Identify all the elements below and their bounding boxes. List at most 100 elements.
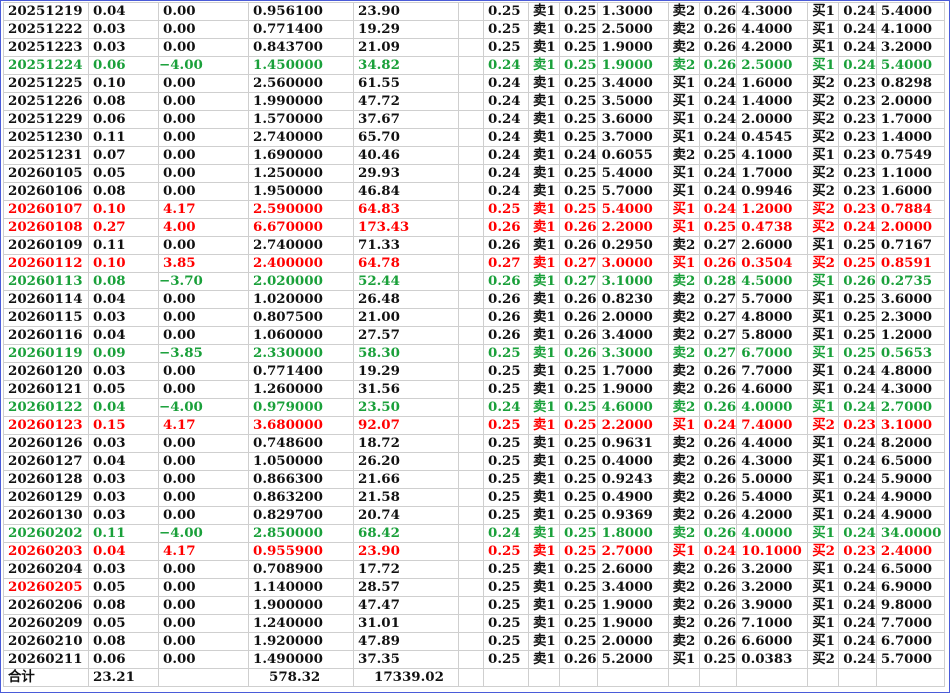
cell-change-pct[interactable]: 0.00 (158, 146, 249, 165)
cell-vol-1[interactable]: 2.0000 (596, 308, 669, 327)
cell-col2[interactable]: 0.10 (88, 254, 159, 273)
table-row[interactable]: 20260126 0.03 0.00 0.748600 18.72 0.25 卖1 0.25 0… (3, 434, 945, 453)
cell-price-1[interactable]: 0.25 (559, 74, 598, 93)
cell-date[interactable]: 20260211 (3, 650, 89, 669)
cell-price-2[interactable]: 0.24 (698, 110, 738, 129)
cell-vol-2[interactable]: 4.4000 (736, 20, 809, 39)
cell-col5[interactable]: 46.84 (353, 182, 459, 201)
cell-vol-3[interactable]: 6.9000 (875, 578, 945, 597)
cell-date[interactable]: 20260130 (3, 506, 89, 525)
cell-side-label-2[interactable]: 买1 (667, 542, 700, 561)
cell-vol-2[interactable]: 2.5000 (736, 56, 809, 75)
cell-col2[interactable]: 0.06 (88, 650, 159, 669)
cell-col5[interactable]: 37.35 (353, 650, 459, 669)
cell-side-label-3[interactable]: 买1 (807, 326, 840, 345)
cell-change-pct[interactable]: 4.17 (158, 200, 249, 219)
cell-side-label-1[interactable]: 卖1 (528, 470, 560, 489)
cell-price-1[interactable]: 0.25 (559, 20, 598, 39)
cell-side-label-1[interactable]: 卖1 (528, 182, 560, 201)
cell-date[interactable]: 20260203 (3, 542, 89, 561)
cell-vol-1[interactable]: 3.7000 (596, 128, 669, 147)
cell-vol-1[interactable]: 4.6000 (596, 398, 669, 417)
cell-side-label-3[interactable]: 买1 (807, 236, 840, 255)
cell-date[interactable]: 20251223 (3, 38, 89, 57)
cell-price-2[interactable]: 0.26 (698, 254, 738, 273)
cell-side-label-1[interactable]: 卖1 (528, 344, 560, 363)
cell-col4[interactable]: 1.950000 (248, 182, 354, 201)
cell-col2[interactable]: 0.15 (88, 416, 159, 435)
cell-vol-3[interactable]: 1.6000 (875, 182, 945, 201)
cell-col4[interactable]: 2.330000 (248, 344, 354, 363)
cell-col5[interactable]: 29.93 (353, 164, 459, 183)
cell-col2[interactable]: 0.03 (88, 20, 159, 39)
cell-change-pct[interactable]: 0.00 (158, 92, 249, 111)
cell-price-3[interactable]: 0.24 (838, 20, 877, 39)
cell-price[interactable]: 0.25 (483, 452, 529, 471)
cell-col2[interactable]: 0.07 (88, 146, 159, 165)
table-row[interactable]: 20260106 0.08 0.00 1.950000 46.84 0.24 卖1 0.25 5… (3, 182, 945, 201)
cell-side-label-2[interactable]: 卖2 (667, 578, 700, 597)
cell-vol-1[interactable]: 1.9000 (596, 56, 669, 75)
cell-side-label-3[interactable]: 买2 (807, 218, 840, 237)
cell-col4[interactable]: 6.670000 (248, 218, 354, 237)
cell-price[interactable]: 0.26 (483, 308, 529, 327)
cell-side-label-2[interactable]: 卖2 (667, 326, 700, 345)
cell-side-label-2[interactable]: 卖2 (667, 488, 700, 507)
cell-price[interactable]: 0.25 (483, 434, 529, 453)
cell-vol-3[interactable]: 2.0000 (875, 92, 945, 111)
cell-price-1[interactable]: 0.24 (559, 146, 598, 165)
cell-price[interactable]: 0.25 (483, 20, 529, 39)
cell-side-label-3[interactable]: 买1 (807, 20, 840, 39)
cell-side-label-2[interactable]: 买1 (667, 650, 700, 669)
cell-price[interactable]: 0.25 (483, 506, 529, 525)
cell-change-pct[interactable]: 0.00 (158, 38, 249, 57)
cell-price-1[interactable]: 0.27 (559, 272, 598, 291)
cell-change-pct[interactable]: 0.00 (158, 236, 249, 255)
cell-price-3[interactable]: 0.25 (838, 344, 877, 363)
table-row[interactable]: 20260113 0.08 −3.70 2.020000 52.44 0.26 卖1 0.27… (3, 272, 945, 291)
table-row[interactable]: 20260204 0.03 0.00 0.708900 17.72 0.25 卖1 0.25 2… (3, 560, 945, 579)
cell-side-label-1[interactable]: 卖1 (528, 290, 560, 309)
cell-vol-1[interactable]: 2.0000 (596, 632, 669, 651)
cell-col5[interactable]: 26.20 (353, 452, 459, 471)
cell-change-pct[interactable]: 0.00 (158, 128, 249, 147)
cell-col5[interactable]: 23.90 (353, 542, 459, 561)
cell-col5[interactable]: 58.30 (353, 344, 459, 363)
cell-vol-2[interactable]: 3.2000 (736, 578, 809, 597)
cell-price[interactable]: 0.25 (483, 416, 529, 435)
cell-col2[interactable]: 0.11 (88, 128, 159, 147)
cell-price-3[interactable]: 0.24 (838, 380, 877, 399)
cell-side-label-3[interactable]: 买1 (807, 398, 840, 417)
cell-col4[interactable]: 1.450000 (248, 56, 354, 75)
cell-vol-3[interactable]: 5.9000 (875, 470, 945, 489)
cell-side-label-3[interactable]: 买1 (807, 290, 840, 309)
cell-vol-3[interactable]: 0.7884 (875, 200, 945, 219)
cell-vol-1[interactable]: 0.8230 (596, 290, 669, 309)
cell-vol-1[interactable]: 3.4000 (596, 578, 669, 597)
cell-change-pct[interactable]: 0.00 (158, 308, 249, 327)
cell-price-1[interactable]: 0.25 (559, 362, 598, 381)
cell-vol-2[interactable]: 0.3504 (736, 254, 809, 273)
cell-price-3[interactable]: 0.25 (838, 254, 877, 273)
cell-side-label-1[interactable]: 卖1 (528, 56, 560, 75)
cell-price-2[interactable]: 0.26 (698, 38, 738, 57)
cell-date[interactable]: 20251231 (3, 146, 89, 165)
cell-side-label-1[interactable]: 卖1 (528, 650, 560, 669)
cell-side-label-2[interactable]: 买1 (667, 416, 700, 435)
cell-price-2[interactable]: 0.26 (698, 434, 738, 453)
cell-col4[interactable]: 1.060000 (248, 326, 354, 345)
cell-price-3[interactable]: 0.25 (838, 326, 877, 345)
cell-side-label-2[interactable]: 卖2 (667, 344, 700, 363)
cell-col5[interactable]: 47.72 (353, 92, 459, 111)
cell-col5[interactable]: 40.46 (353, 146, 459, 165)
table-row[interactable]: 20260130 0.03 0.00 0.829700 20.74 0.25 卖1 0.25 0… (3, 506, 945, 525)
cell-col5[interactable]: 23.90 (353, 2, 459, 21)
cell-vol-2[interactable]: 4.3000 (736, 452, 809, 471)
cell-price-3[interactable]: 0.24 (838, 650, 877, 669)
table-row[interactable]: 20260123 0.15 4.17 3.680000 92.07 0.25 卖1 0.25 2… (3, 416, 945, 435)
cell-change-pct[interactable]: 4.17 (158, 542, 249, 561)
cell-vol-2[interactable]: 4.5000 (736, 272, 809, 291)
cell-vol-1[interactable]: 2.5000 (596, 20, 669, 39)
cell-side-label-3[interactable]: 买1 (807, 488, 840, 507)
cell-vol-2[interactable]: 4.2000 (736, 38, 809, 57)
